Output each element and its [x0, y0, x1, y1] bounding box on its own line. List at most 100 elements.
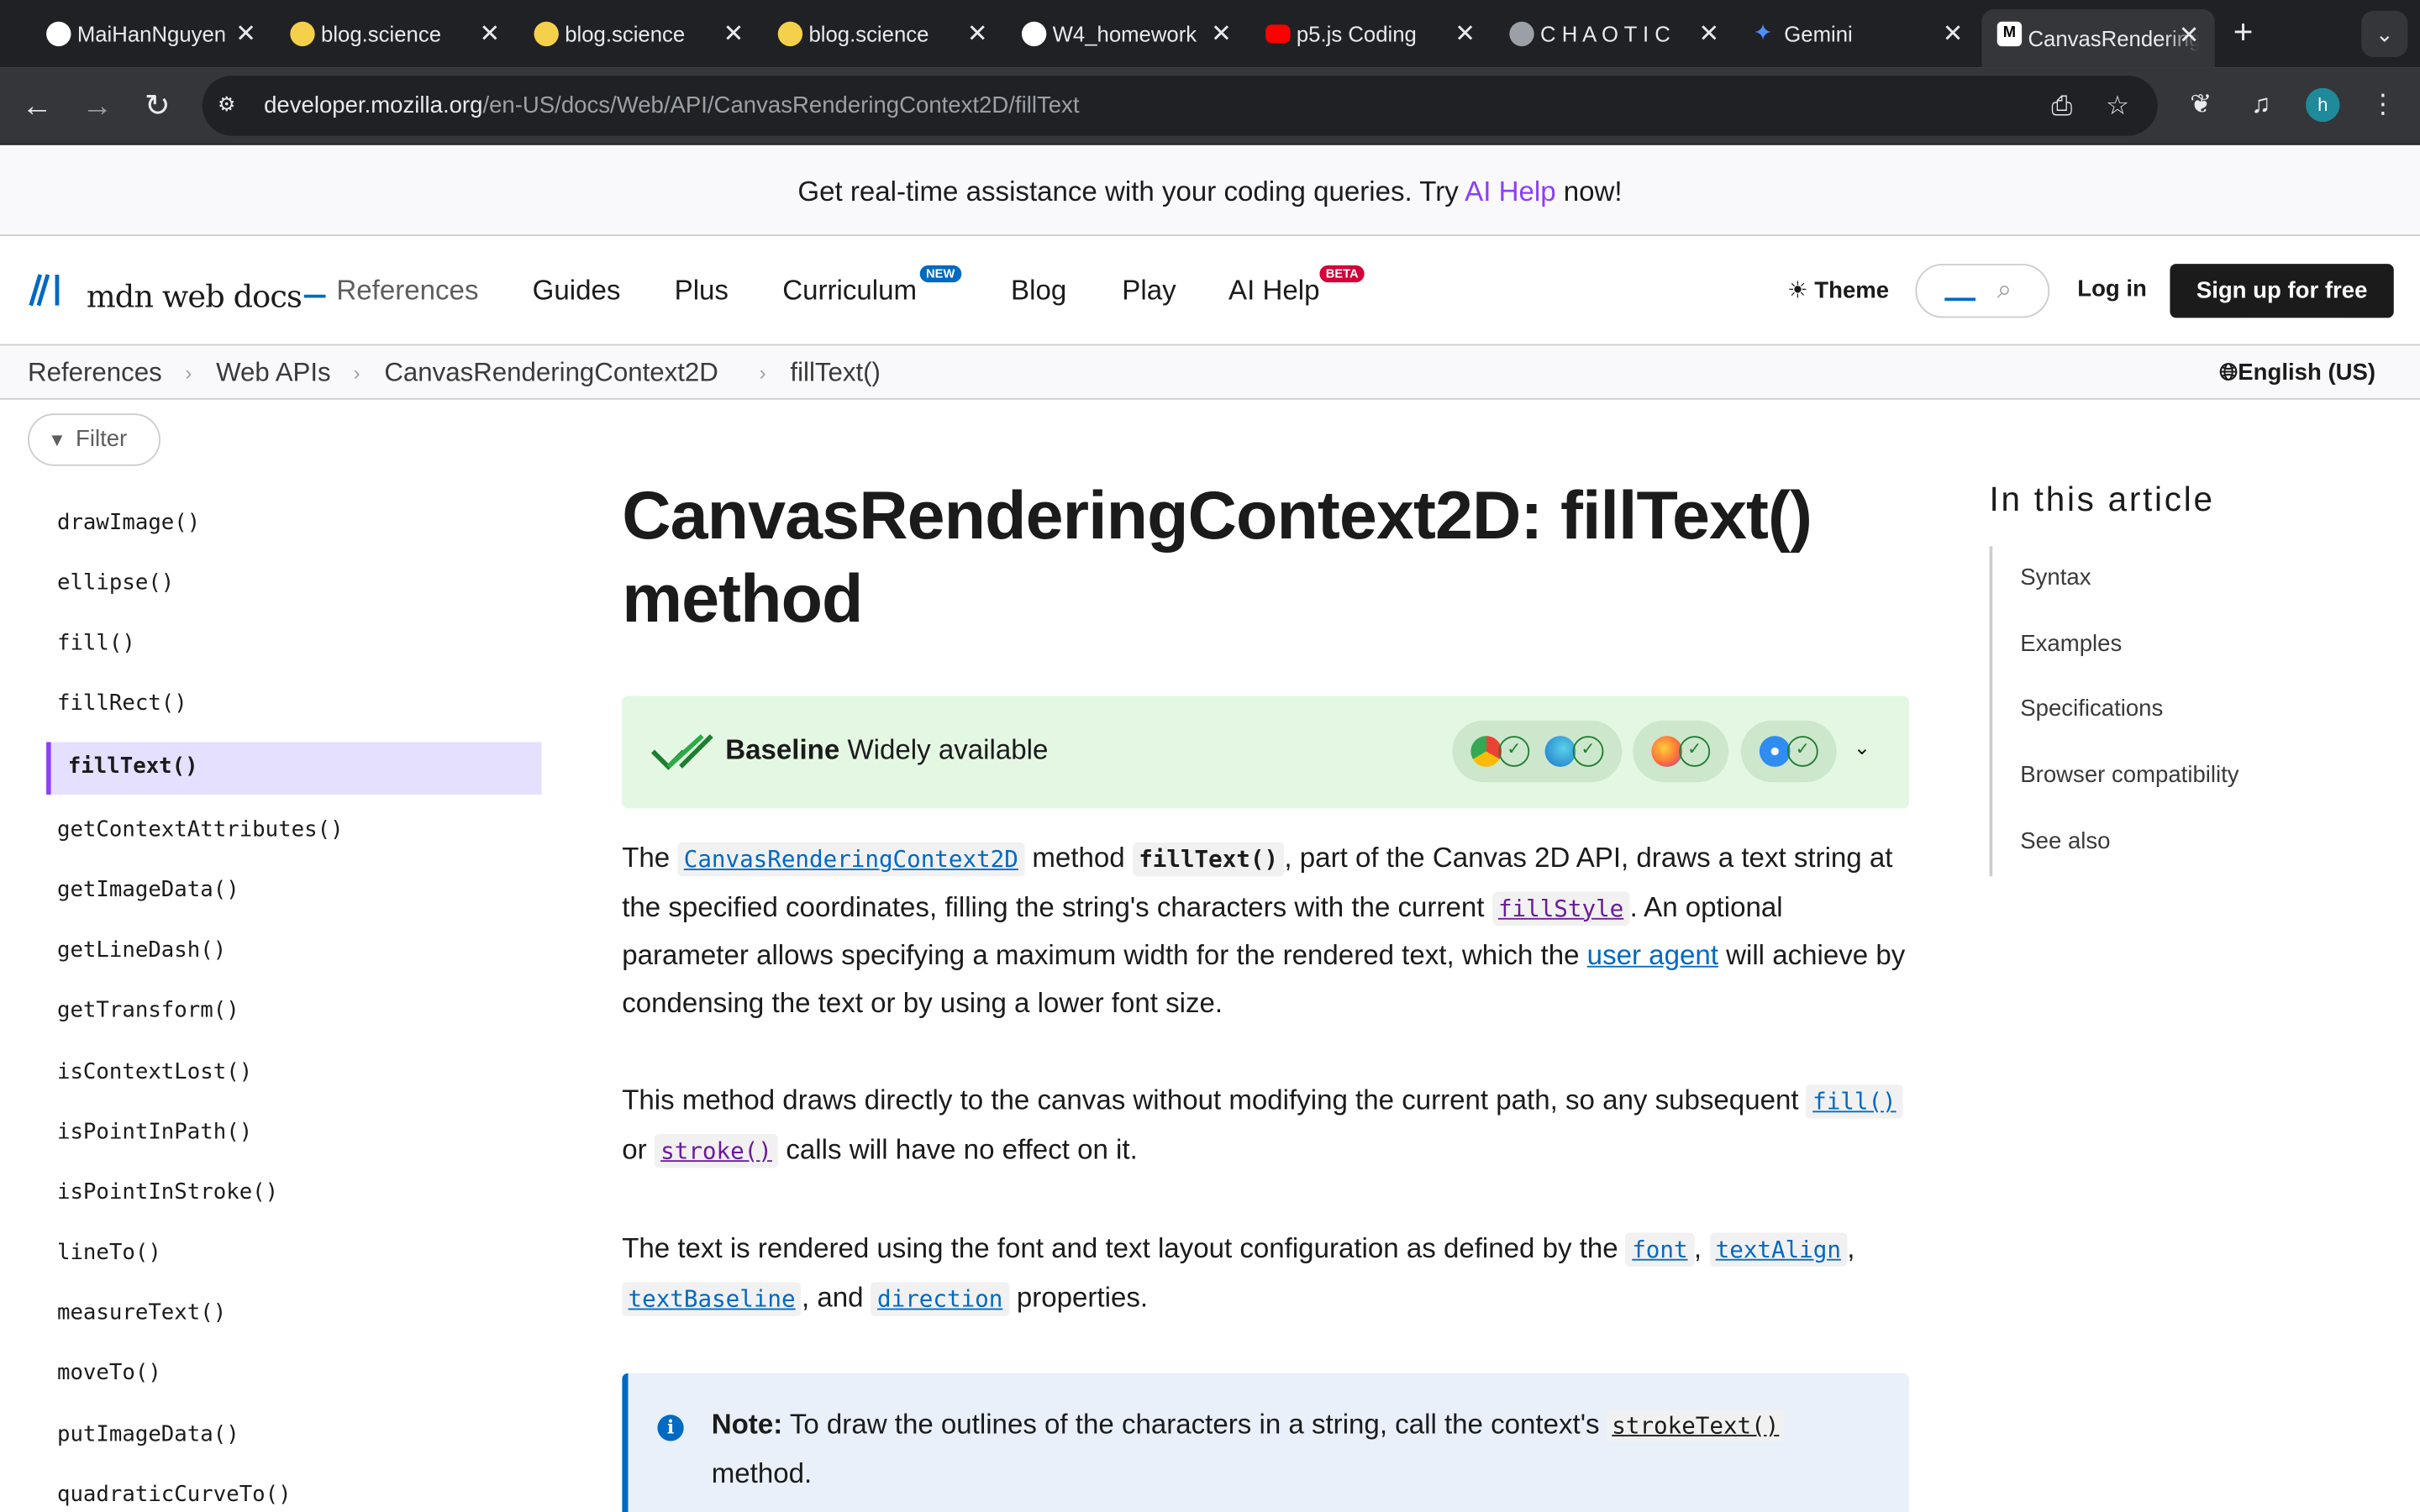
sidebar-item[interactable]: getLineDash() — [57, 938, 226, 963]
tab-title: blog.science — [808, 21, 929, 47]
search-icon: ⌕ — [1996, 274, 2012, 304]
new-tab-button[interactable]: + — [2233, 13, 2254, 51]
sidebar-item[interactable]: ellipse() — [57, 571, 174, 596]
chevron-right-icon: › — [759, 360, 766, 385]
tab-2[interactable]: blog.science ✕ — [275, 13, 516, 55]
link-font[interactable]: font — [1625, 1232, 1694, 1267]
nav-ai-help[interactable]: AI Help BETA — [1228, 265, 1365, 307]
nav-references[interactable]: References — [336, 275, 478, 307]
baseline-banner[interactable]: Baseline Widely available ✓ ✓ ✓ ✓ ⌄ — [622, 696, 1910, 809]
link-canvas-context[interactable]: CanvasRenderingContext2D — [677, 842, 1025, 877]
sidebar-item-active[interactable]: fillText() — [46, 742, 542, 795]
chevron-right-icon: › — [185, 360, 192, 385]
tab-6[interactable]: p5.js Coding ✕ — [1250, 13, 1491, 55]
code-filltext: fillText() — [1132, 842, 1285, 877]
breadcrumb-web-apis[interactable]: Web APIs — [216, 358, 331, 389]
sidebar-item[interactable]: measureText() — [57, 1300, 226, 1325]
sidebar-item[interactable]: drawImage() — [57, 511, 200, 535]
url-text[interactable]: developer.mozilla.org/en-US/docs/Web/API… — [264, 92, 1079, 118]
safari-icon — [1759, 736, 1791, 767]
back-icon[interactable]: ← — [17, 87, 57, 127]
nav-guides[interactable]: Guides — [533, 275, 621, 307]
close-icon[interactable]: ✕ — [967, 18, 988, 50]
close-icon[interactable]: ✕ — [479, 18, 500, 50]
nav-plus[interactable]: Plus — [675, 275, 729, 307]
sidebar-item[interactable]: getContextAttributes() — [57, 817, 344, 842]
sidebar-filter[interactable]: ▼ Filter — [28, 413, 161, 466]
lemon-icon — [290, 21, 315, 47]
profile-avatar[interactable]: h — [2306, 87, 2340, 123]
sidebar-item[interactable]: isPointInPath() — [57, 1120, 252, 1144]
close-icon[interactable]: ✕ — [723, 18, 744, 50]
sun-icon: ☀ — [1786, 277, 1808, 304]
breadcrumb-filltext[interactable]: fillText() — [790, 358, 881, 389]
banner-ai-help-link[interactable]: AI Help — [1465, 176, 1555, 207]
close-icon[interactable]: ✕ — [235, 18, 256, 50]
tab-active[interactable]: M CanvasRenderingContext2D ✕ — [1981, 9, 2215, 68]
media-controls-icon[interactable]: ♫ — [2243, 87, 2280, 123]
close-icon[interactable]: ✕ — [2179, 20, 2200, 51]
sidebar-item[interactable]: fill() — [57, 631, 135, 655]
theme-switcher[interactable]: ☀ Theme — [1787, 276, 1889, 304]
tab-4[interactable]: blog.science ✕ — [762, 13, 1003, 55]
toc-item-examples[interactable]: Examples — [2020, 631, 2122, 657]
baseline-status: Widely available — [847, 734, 1049, 766]
link-direction[interactable]: direction — [871, 1281, 1009, 1315]
link-textalign[interactable]: textAlign — [1709, 1232, 1848, 1267]
text: This method draws directly to the canvas… — [622, 1084, 1807, 1116]
breadcrumb-canvas-context[interactable]: CanvasRenderingContext2D — [384, 358, 718, 389]
toc-item-browser-compatibility[interactable]: Browser compatibility — [2020, 762, 2238, 788]
bookmark-star-icon[interactable]: ☆ — [2101, 90, 2134, 123]
link-fill[interactable]: fill() — [1806, 1084, 1902, 1119]
tab-1[interactable]: MaiHanNguyen ✕ — [31, 13, 272, 55]
close-icon[interactable]: ✕ — [1211, 18, 1232, 50]
language-switcher[interactable]: 🌐︎English (US) — [2219, 360, 2375, 386]
toc-item-syntax[interactable]: Syntax — [2020, 564, 2091, 591]
sidebar-item[interactable]: getTransform() — [57, 998, 239, 1022]
link-textbaseline[interactable]: textBaseline — [622, 1281, 802, 1315]
tab-3[interactable]: blog.science ✕ — [518, 13, 760, 55]
nav-play[interactable]: Play — [1122, 275, 1176, 307]
site-info-icon[interactable]: ⚙ — [218, 92, 245, 120]
tab-7[interactable]: C H A O T I C ✕ — [1494, 13, 1735, 55]
tab-8[interactable]: ✦ Gemini ✕ — [1738, 13, 1979, 55]
close-icon[interactable]: ✕ — [1455, 18, 1476, 50]
toc-item-see-also[interactable]: See also — [2020, 828, 2110, 854]
link-stroketext[interactable]: strokeText() — [1607, 1410, 1784, 1441]
sidebar-item[interactable]: fillRect() — [57, 691, 187, 716]
link-fillstyle[interactable]: fillStyle — [1491, 890, 1630, 926]
baseline-title: Baseline — [725, 734, 840, 766]
sidebar-item[interactable]: moveTo() — [57, 1361, 161, 1385]
reload-icon[interactable]: ↻ — [137, 87, 177, 127]
nav-curriculum-label: Curriculum — [782, 274, 918, 306]
sidebar-item[interactable]: quadraticCurveTo() — [57, 1483, 292, 1507]
sidebar-item[interactable]: getImageData() — [57, 878, 239, 902]
forward-icon[interactable]: → — [77, 87, 118, 127]
text: calls will have no effect on it. — [778, 1133, 1138, 1164]
close-icon[interactable]: ✕ — [1698, 18, 1719, 50]
breadcrumb-references[interactable]: References — [28, 358, 162, 389]
tab-5[interactable]: W4_homework ✕ — [1007, 13, 1248, 55]
chevron-down-icon[interactable]: ⌄ — [1854, 736, 1870, 760]
sidebar-item[interactable]: lineTo() — [57, 1241, 161, 1265]
browser-menu-icon[interactable]: ⋮ — [2365, 87, 2402, 123]
nav-curriculum[interactable]: Curriculum NEW — [782, 265, 961, 307]
sidebar-item[interactable]: putImageData() — [57, 1422, 239, 1446]
link-stroke[interactable]: stroke() — [654, 1133, 779, 1168]
address-bar[interactable]: ⚙ developer.mozilla.org/en-US/docs/Web/A… — [202, 76, 2158, 136]
close-icon[interactable]: ✕ — [1943, 18, 1964, 50]
extension-icon[interactable]: ❦ — [2182, 87, 2219, 123]
toc-item-specifications[interactable]: Specifications — [2020, 696, 2163, 722]
mdn-logo[interactable]: mdn web docs — [28, 271, 327, 319]
install-app-icon[interactable]: ⎙ — [2045, 90, 2079, 123]
login-link[interactable]: Log in — [2077, 276, 2147, 302]
sidebar-item[interactable]: isContextLost() — [57, 1060, 252, 1084]
ai-help-banner: Get real-time assistance with your codin… — [0, 146, 2420, 237]
app-root: MaiHanNguyen ✕ blog.science ✕ blog.scien… — [0, 0, 2420, 1512]
nav-blog[interactable]: Blog — [1011, 275, 1066, 307]
tab-search-icon[interactable]: ⌄ — [2361, 10, 2408, 57]
link-user-agent[interactable]: user agent — [1587, 940, 1718, 971]
search-input[interactable]: ⌕ — [1915, 264, 2050, 318]
sidebar-item[interactable]: isPointInStroke() — [57, 1180, 278, 1205]
signup-button[interactable]: Sign up for free — [2170, 264, 2394, 318]
